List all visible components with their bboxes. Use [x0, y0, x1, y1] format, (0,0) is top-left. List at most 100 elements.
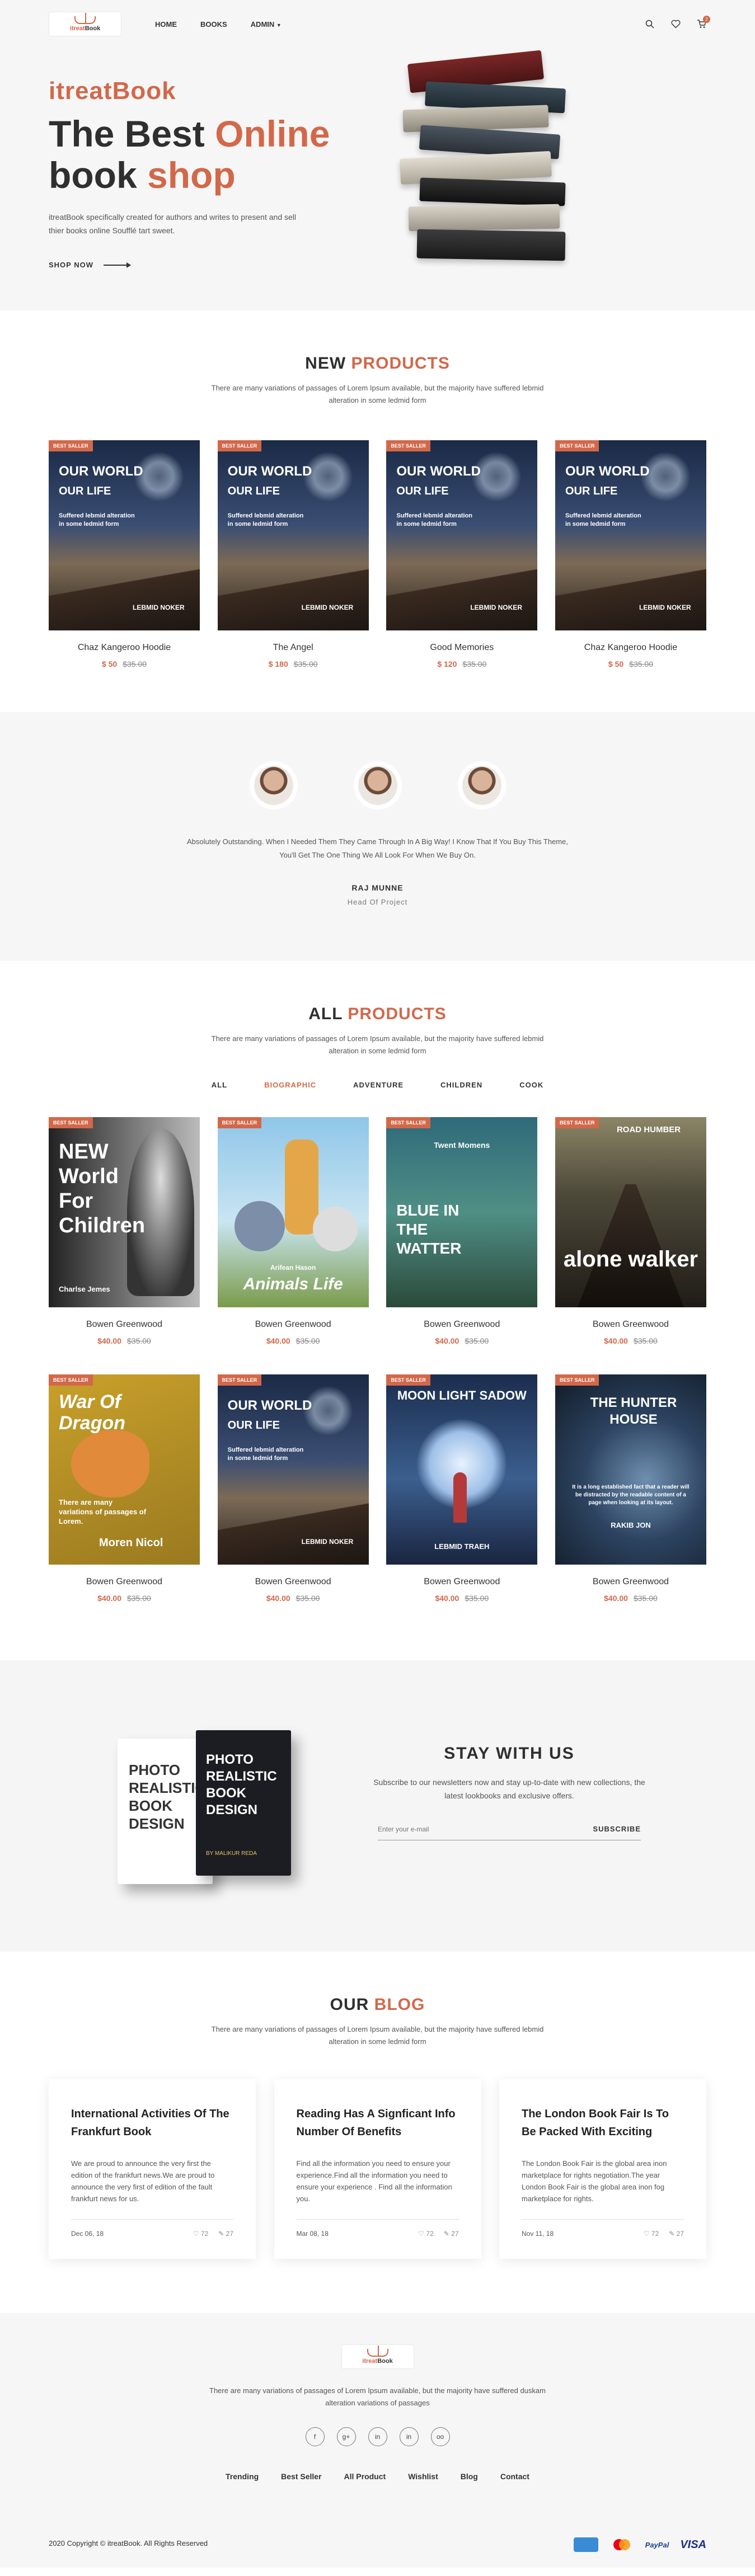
cover-title: BLUE IN THE WATTER	[396, 1202, 462, 1257]
product-name[interactable]: Bowen Greenwood	[555, 1577, 706, 1587]
product-name[interactable]: Chaz Kangeroo Hoodie	[555, 643, 706, 653]
testimonial-section: Absolutely Outstanding. When I Needed Th…	[0, 712, 755, 961]
product-price: $40.00 $35.00	[435, 1336, 489, 1345]
like-icon[interactable]: ♡ 72	[193, 2230, 208, 2238]
cover-author: RAKIB JON	[611, 1521, 651, 1529]
cover-author: ROAD HUMBER	[616, 1125, 681, 1134]
nav-books[interactable]: BOOKS	[200, 20, 227, 29]
footer-link-wishlist[interactable]: Wishlist	[408, 2472, 438, 2481]
cover-title: MOON LIGHT SADOW	[397, 1388, 527, 1402]
product-card[interactable]: BEST SALLER NEW World For Children Charl…	[49, 1117, 200, 1345]
tab-cook[interactable]: COOK	[519, 1081, 543, 1089]
avatar[interactable]	[353, 761, 402, 809]
cart-icon[interactable]: 2	[696, 16, 710, 29]
nav-admin[interactable]: ADMIN ▼	[251, 20, 282, 29]
blog-description: There are many variations of passages of…	[211, 2025, 544, 2046]
product-card[interactable]: BEST SALLER Arifean Hason Animals Life B…	[217, 1117, 369, 1345]
product-card[interactable]: BEST SALLER Twent Momens BLUE IN THE WAT…	[386, 1117, 538, 1345]
product-card[interactable]: BEST SALLER OUR WORLD OUR LIFE Suffered …	[555, 440, 706, 668]
facebook-icon[interactable]: f	[305, 2427, 325, 2446]
tab-children[interactable]: CHILDREN	[440, 1081, 482, 1089]
cover-text: Suffered lebmid alteration in some ledmi…	[565, 512, 641, 528]
tab-biographic[interactable]: BIOGRAPHIC	[264, 1081, 316, 1089]
best-seller-tag: BEST SALLER	[217, 1374, 262, 1386]
cover-subtitle: OUR LIFE	[227, 485, 280, 497]
comment-icon[interactable]: ✎ 27	[444, 2230, 459, 2238]
subscribe-button[interactable]: SUBSCRIBE	[593, 1825, 641, 1833]
cover-subtitle: OUR LIFE	[565, 485, 618, 497]
cover-title: THE HUNTER HOUSE	[590, 1395, 677, 1427]
blog-post-excerpt: We are proud to announce the very first …	[71, 2159, 215, 2203]
product-card[interactable]: BEST SALLER THE HUNTER HOUSE It is a lon…	[555, 1374, 706, 1603]
blog-card[interactable]: International Activities Of The Frankfur…	[49, 2079, 256, 2259]
best-seller-tag: BEST SALLER	[49, 440, 93, 451]
cover-text: It is a long established fact that a rea…	[572, 1484, 690, 1506]
new-products-section: NEW PRODUCTS There are many variations o…	[0, 310, 755, 712]
product-name[interactable]: Bowen Greenwood	[49, 1577, 200, 1587]
blog-post-title[interactable]: International Activities Of The Frankfur…	[71, 2105, 233, 2141]
blog-card[interactable]: The London Book Fair Is To Be Packed Wit…	[499, 2079, 706, 2259]
post-date: Dec 06, 18	[71, 2230, 104, 2238]
product-card[interactable]: BEST SALLER OUR WORLD OUR LIFE Suffered …	[49, 440, 200, 668]
visa-icon: VISA	[680, 2538, 706, 2551]
logo-text: itreatBook	[362, 2358, 393, 2365]
book-cover: BEST SALLER War Of Dragon There are many…	[49, 1374, 200, 1565]
mastercard-icon	[609, 2537, 634, 2552]
best-seller-tag: BEST SALLER	[217, 440, 262, 451]
product-name[interactable]: The Angel	[218, 643, 369, 653]
site-logo[interactable]: itreatBook	[49, 12, 121, 36]
product-name[interactable]: Bowen Greenwood	[218, 1577, 369, 1587]
nav-home[interactable]: HOME	[155, 20, 177, 29]
blog-post-title[interactable]: The London Book Fair Is To Be Packed Wit…	[522, 2105, 684, 2141]
product-name[interactable]: Bowen Greenwood	[49, 1320, 200, 1330]
product-price: $ 50 $35.00	[101, 660, 147, 668]
blog-card[interactable]: Reading Has A Signficant Info Number Of …	[274, 2079, 481, 2259]
testimonial-quote: Absolutely Outstanding. When I Needed Th…	[187, 837, 568, 859]
product-name[interactable]: Good Memories	[386, 643, 537, 653]
footer-link-blog[interactable]: Blog	[461, 2472, 478, 2481]
tab-adventure[interactable]: ADVENTURE	[353, 1081, 404, 1089]
google-plus-icon[interactable]: g+	[336, 2427, 356, 2446]
product-name[interactable]: Bowen Greenwood	[218, 1320, 369, 1330]
footer-link-best-seller[interactable]: Best Seller	[281, 2472, 321, 2481]
cover-text: Suffered lebmid alteration in some ledmi…	[396, 512, 473, 528]
product-card[interactable]: BEST SALLER OUR WORLD OUR LIFE Suffered …	[217, 440, 369, 668]
tab-all[interactable]: ALL	[212, 1081, 227, 1089]
product-name[interactable]: Bowen Greenwood	[555, 1320, 706, 1330]
all-products-title: ALL PRODUCTS	[308, 1005, 447, 1023]
product-card[interactable]: BEST SALLER War Of Dragon There are many…	[49, 1374, 200, 1603]
product-name[interactable]: Bowen Greenwood	[386, 1320, 537, 1330]
product-card[interactable]: BEST SALLER OUR WORLD OUR LIFE Suffered …	[217, 1374, 369, 1603]
blog-section: OUR BLOG There are many variations of pa…	[0, 1952, 755, 2313]
product-price: $40.00 $35.00	[97, 1336, 151, 1345]
category-tabs: ALL BIOGRAPHIC ADVENTURE CHILDREN COOK	[0, 1081, 755, 1089]
avatar[interactable]	[457, 761, 506, 809]
blog-post-title[interactable]: Reading Has A Signficant Info Number Of …	[297, 2105, 459, 2141]
product-card[interactable]: BEST SALLER MOON LIGHT SADOW LEBMID TRAE…	[386, 1374, 538, 1603]
footer-logo[interactable]: itreatBook	[341, 2344, 414, 2369]
instagram-icon[interactable]: in	[368, 2427, 387, 2446]
search-icon[interactable]	[645, 19, 655, 29]
like-icon[interactable]: ♡ 72	[644, 2230, 659, 2238]
linkedin-icon[interactable]: in	[399, 2427, 419, 2446]
product-card[interactable]: BEST SALLER OUR WORLD OUR LIFE Suffered …	[386, 440, 538, 668]
comment-icon[interactable]: ✎ 27	[669, 2230, 684, 2238]
footer-link-trending[interactable]: Trending	[226, 2472, 259, 2481]
footer-link-all-product[interactable]: All Product	[344, 2472, 386, 2481]
product-price: $40.00 $35.00	[604, 1594, 658, 1603]
product-name[interactable]: Bowen Greenwood	[386, 1577, 537, 1587]
book-cover: BEST SALLER ROAD HUMBER alone walker	[555, 1117, 706, 1307]
avatar[interactable]	[249, 761, 298, 809]
logo-text: itreatBook	[69, 25, 101, 32]
like-icon[interactable]: ♡ 72	[418, 2230, 433, 2238]
email-input[interactable]	[378, 1825, 593, 1833]
product-card[interactable]: BEST SALLER ROAD HUMBER alone walker Bow…	[555, 1117, 706, 1345]
flickr-icon[interactable]: oo	[430, 2427, 450, 2446]
product-name[interactable]: Chaz Kangeroo Hoodie	[49, 643, 200, 653]
footer-link-contact[interactable]: Contact	[500, 2472, 529, 2481]
cover-author: LEBMID NOKER	[470, 604, 522, 611]
best-seller-tag: BEST SALLER	[555, 440, 599, 451]
comment-icon[interactable]: ✎ 27	[218, 2230, 233, 2238]
testimonial-name: RAJ MUNNE	[351, 883, 404, 892]
heart-icon[interactable]	[670, 19, 681, 29]
